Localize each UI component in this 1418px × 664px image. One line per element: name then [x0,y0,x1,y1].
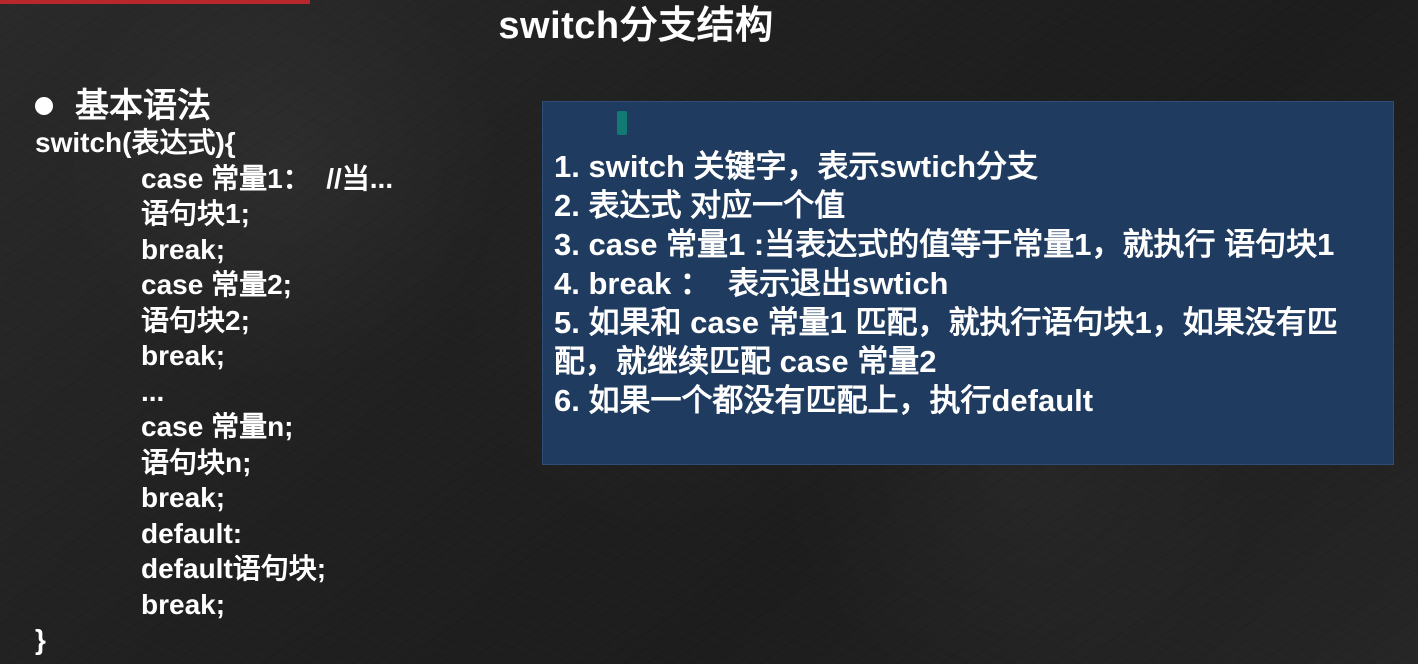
syntax-panel: 基本语法 switch(表达式){ case 常量1： //当... 语句块1;… [35,87,505,658]
code-line: case 常量n; [141,411,294,442]
code-line: break; [141,340,226,371]
code-line: 语句块n; [141,446,252,478]
slide-title: switch分支结构 [498,5,774,47]
syntax-heading: 基本语法 [35,87,505,125]
explanation-line: 1. switch 关键字，表示swtich分支 [554,149,1039,184]
code-line: default语句块; [141,553,327,584]
code-line: switch(表达式){ [35,127,236,158]
code-line: 语句块1; [141,198,250,229]
explanation-line: 3. case 常量1 :当表达式的值等于常量1，就执行 语句块1 [554,227,1335,262]
code-line: } [35,624,46,655]
bullet-icon [35,97,53,115]
text-cursor-icon [617,111,627,135]
explanation-line: 6. 如果一个都没有匹配上，执行default [554,383,1094,418]
heading-text: 基本语法 [75,87,211,125]
code-line: break; [141,588,226,620]
code-line: default: [141,517,243,549]
explanation-line: 5. 如果和 case 常量1 匹配，就执行语句块1，如果没有匹配，就继续匹配 … [554,305,1338,379]
code-line: 语句块2; [141,304,250,336]
code-line: ... [141,375,165,407]
slide-canvas: switch分支结构 基本语法 switch(表达式){ case 常量1： /… [0,0,1418,664]
explanation-line: 4. break ： 表示退出swtich [554,266,949,301]
explanation-content: 1. switch 关键字，表示swtich分支 2. 表达式 对应一个值 3.… [554,147,1384,420]
code-line: break; [141,482,226,513]
explanation-line: 2. 表达式 对应一个值 [554,188,846,223]
code-line: break; [141,233,226,265]
explanation-box: 1. switch 关键字，表示swtich分支 2. 表达式 对应一个值 3.… [542,101,1394,465]
code-line: case 常量1： //当... [141,162,394,194]
code-line: case 常量2; [141,269,292,300]
